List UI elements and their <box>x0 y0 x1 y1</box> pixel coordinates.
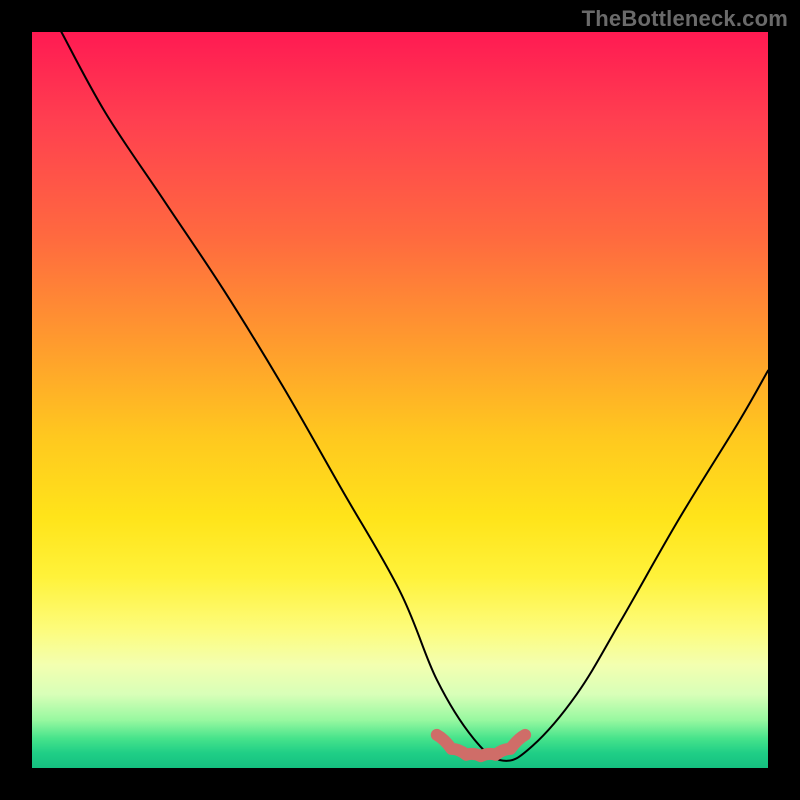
chart-stage: TheBottleneck.com <box>0 0 800 800</box>
watermark-text: TheBottleneck.com <box>582 6 788 32</box>
bottleneck-curve <box>61 32 768 761</box>
plot-area <box>32 32 768 768</box>
optimal-range-marker <box>437 735 525 756</box>
chart-svg <box>32 32 768 768</box>
